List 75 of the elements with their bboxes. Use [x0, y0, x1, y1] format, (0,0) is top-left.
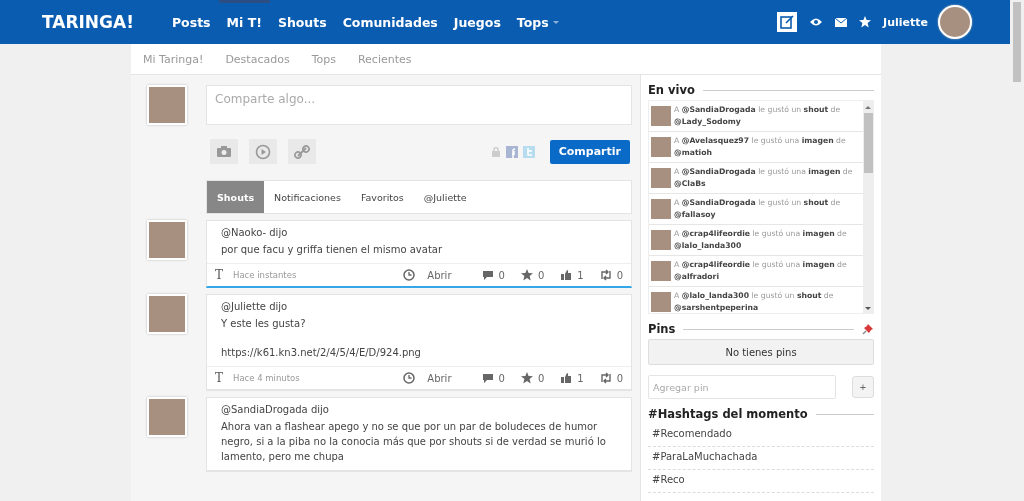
scrollbar[interactable]: [863, 101, 873, 313]
like-count: 1: [577, 372, 584, 384]
favorite-count: 0: [537, 269, 545, 281]
avatar-image: [147, 294, 187, 334]
avatar-image: [651, 199, 671, 219]
nav-link[interactable]: Juegos: [445, 0, 509, 44]
pushpin-icon: [862, 323, 874, 335]
timestamp: Hace instantes: [233, 270, 297, 280]
avatar-image: [147, 85, 187, 125]
post-text: https://k61.kn3.net/2/4/5/4/E/D/924.png: [221, 346, 422, 360]
reshare-count: 0: [616, 269, 623, 281]
comment-count: 0: [498, 269, 505, 281]
clock-icon: [403, 269, 416, 281]
share-button[interactable]: Compartir: [549, 139, 630, 164]
feed-tab[interactable]: Favoritos: [350, 181, 414, 213]
avatar-image: [651, 261, 671, 281]
play-icon: [255, 143, 271, 160]
share-input-field[interactable]: Comparte algo...: [206, 85, 632, 125]
post-text: por que facu y griffa tienen el mismo avatar: [221, 243, 444, 257]
comment-icon[interactable]: [481, 372, 494, 384]
feed-tab[interactable]: Notificaciones: [264, 181, 351, 213]
mail-icon[interactable]: [835, 16, 848, 28]
star-icon[interactable]: [520, 269, 533, 281]
nav-link[interactable]: Tops: [508, 0, 567, 44]
compose-button[interactable]: [777, 12, 798, 32]
avatar-image: [651, 106, 671, 126]
section-title: #Hashtags del momento: [648, 407, 808, 421]
clock-icon: [403, 372, 416, 384]
open-link[interactable]: Abrir: [427, 372, 452, 384]
text-type-icon: T: [215, 371, 223, 385]
reshare-icon[interactable]: [599, 372, 612, 384]
site-logo[interactable]: TARINGA!: [42, 12, 134, 32]
avatar-image: [651, 292, 671, 312]
post-text: Ahora van a flashear apego y no se que por un par de boludeces de humor negro, si a la piba no la conocia más que por shouts si de verdad se murió lo lamento, pero me chupa: [221, 420, 607, 464]
star-icon[interactable]: [859, 16, 872, 28]
star-icon[interactable]: [520, 372, 533, 384]
reshare-count: 0: [616, 372, 623, 384]
reshare-icon[interactable]: [599, 269, 612, 281]
section-title: Pins: [648, 322, 676, 336]
feed-tab[interactable]: Shouts: [207, 181, 265, 213]
open-link[interactable]: Abrir: [427, 269, 452, 281]
hashtag-link[interactable]: #Recomendado: [648, 424, 874, 447]
avatar-image[interactable]: [938, 5, 972, 39]
avatar-image: [651, 230, 671, 250]
like-count: 1: [577, 269, 584, 281]
comment-icon[interactable]: [481, 269, 494, 281]
thumbs-up-icon[interactable]: [560, 372, 573, 384]
lock-icon: [490, 146, 501, 157]
avatar-image: [147, 220, 187, 260]
nav-link[interactable]: Comunidades: [334, 0, 446, 44]
author-link[interactable]: @Juliette dijo: [221, 301, 617, 312]
camera-icon: [216, 143, 232, 160]
add-pin-button[interactable]: +: [852, 376, 874, 398]
author-link[interactable]: @SandiaDrogada dijo: [221, 404, 617, 415]
hashtag-link[interactable]: #ParaLaMuchachada: [648, 447, 874, 470]
username-link[interactable]: Juliette: [883, 15, 928, 29]
favorite-count: 0: [537, 372, 545, 384]
avatar-image: [147, 397, 187, 437]
eye-icon[interactable]: [809, 16, 824, 28]
nav-link[interactable]: Shouts: [269, 0, 335, 44]
section-title: En vivo: [648, 83, 695, 97]
timestamp: Hace 4 minutos: [233, 373, 300, 383]
text-type-icon: T: [215, 268, 223, 282]
post-text: Y este les gusta?: [221, 317, 307, 331]
pin-input-field[interactable]: Agregar pin: [648, 375, 836, 399]
author-link[interactable]: @Naoko- dijo: [221, 227, 617, 238]
nav-link[interactable]: Posts: [163, 0, 219, 44]
hashtag-link[interactable]: #Reco: [648, 470, 874, 493]
empty-pins-message: No tienes pins: [648, 339, 874, 365]
link-icon: [294, 143, 310, 160]
avatar-image: [651, 137, 671, 157]
feed-tab[interactable]: @Juliette: [413, 181, 477, 213]
avatar-image: [651, 168, 671, 188]
thumbs-up-icon[interactable]: [560, 269, 573, 281]
comment-count: 0: [498, 372, 505, 384]
